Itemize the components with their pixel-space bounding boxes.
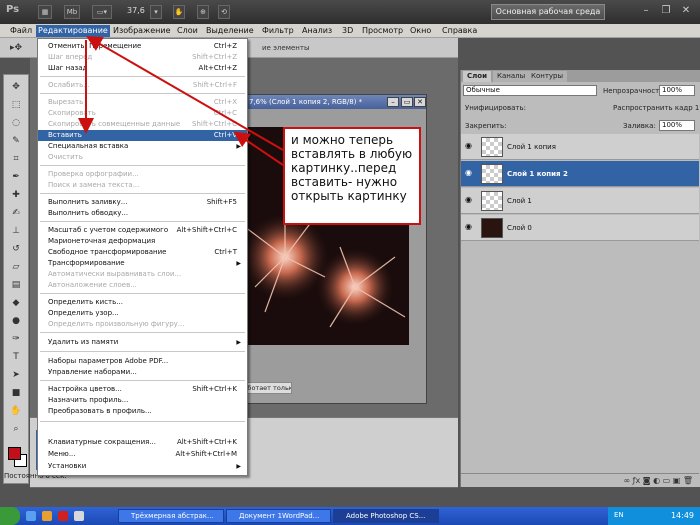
desktop-icon[interactable] <box>74 511 84 521</box>
annotation-arrow-menu <box>86 35 284 151</box>
annotation-arrow-paste <box>233 131 284 166</box>
ie-icon[interactable] <box>26 511 36 521</box>
opera-icon[interactable] <box>58 511 68 521</box>
language-indicator[interactable]: EN <box>614 511 624 519</box>
firefox-icon[interactable] <box>42 511 52 521</box>
taskbar-item[interactable]: Трёхмерная абстрак... <box>118 509 224 523</box>
taskbar-item[interactable]: Документ 1WordPad... <box>226 509 331 523</box>
taskbar: Трёхмерная абстрак... Документ 1WordPad.… <box>0 507 700 525</box>
start-button[interactable] <box>0 507 20 525</box>
taskbar-item-active[interactable]: Adobe Photoshop CS... <box>333 509 439 523</box>
clock[interactable]: 14:49 <box>671 511 694 520</box>
system-tray: EN 14:49 <box>608 507 700 525</box>
annotation-callout: и можно теперь вставлять в любую картинк… <box>283 127 421 225</box>
annotation-arrows <box>78 35 284 166</box>
